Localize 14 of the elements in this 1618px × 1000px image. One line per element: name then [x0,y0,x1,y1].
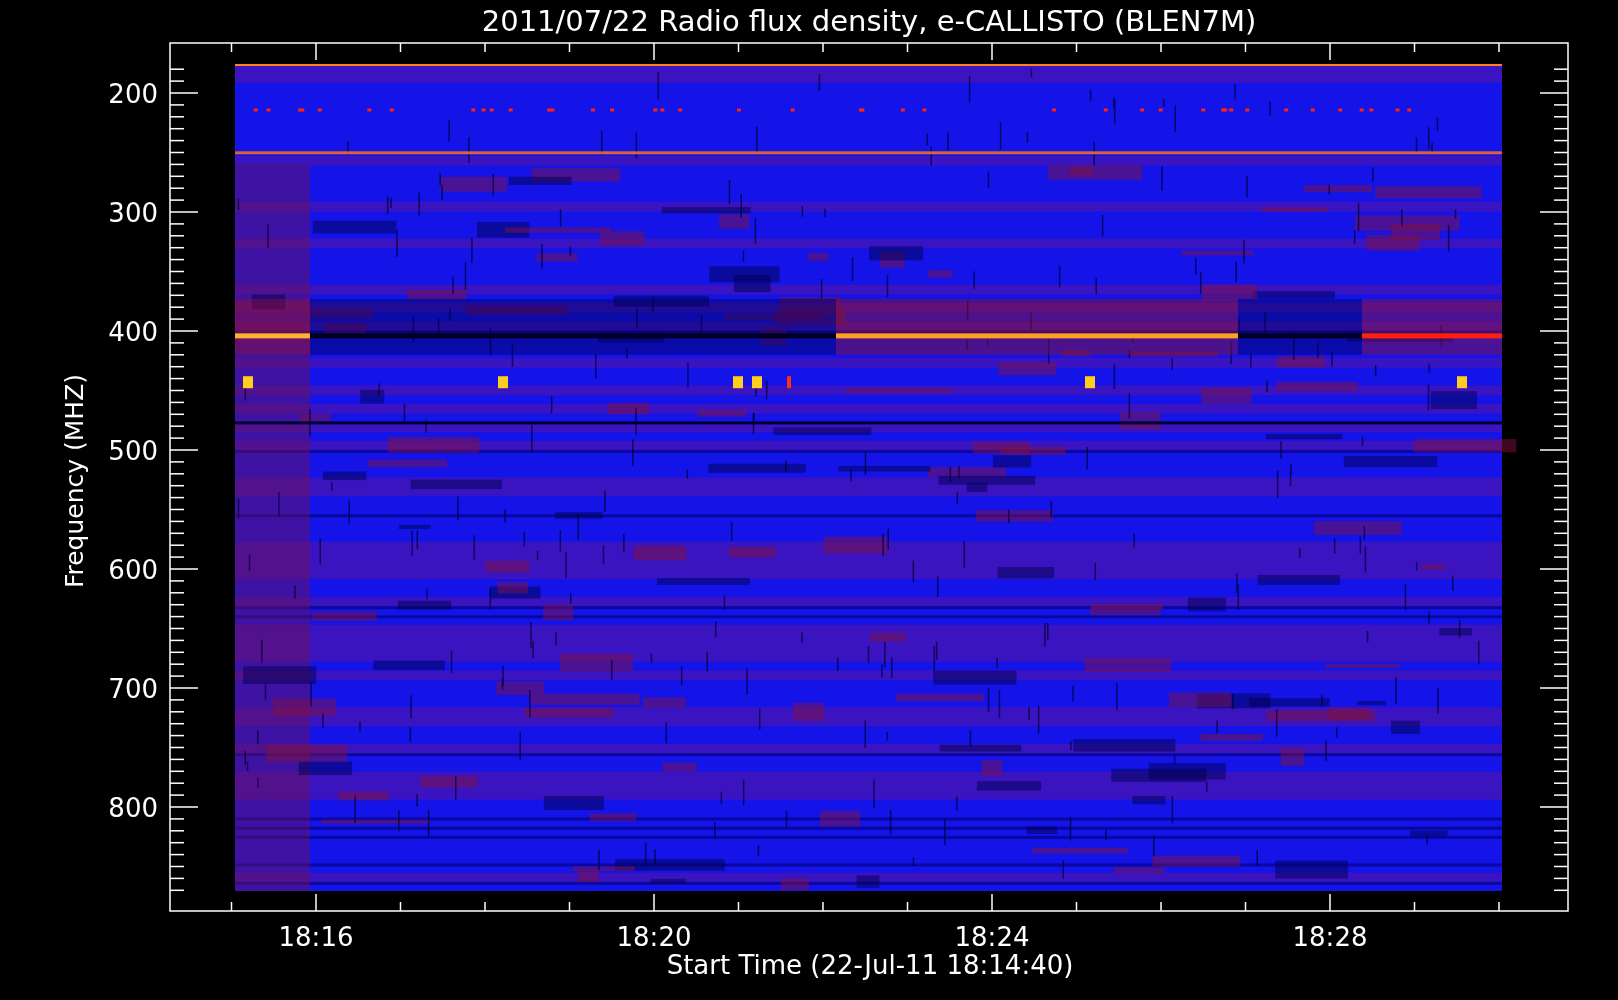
tick-label: 400 [108,317,158,347]
tick-label: 500 [108,436,158,466]
tick-label: 700 [108,674,158,704]
tick-label: 18:24 [954,922,1030,952]
tick-label: 18:16 [278,922,354,952]
tick-label: 800 [108,793,158,823]
tick-label: 300 [108,198,158,228]
axis-label: Start Time (22-Jul-11 18:14:40) [666,950,1074,980]
axis-label: Frequency (MHZ) [60,373,89,589]
plot-title: 2011/07/22 Radio flux density, e-CALLISTO (BLEN7M) [481,4,1257,38]
tick-label: 200 [108,79,158,109]
tick-label: 18:20 [616,922,692,952]
tick-label: 18:28 [1292,922,1368,952]
tick-label: 600 [108,555,158,585]
